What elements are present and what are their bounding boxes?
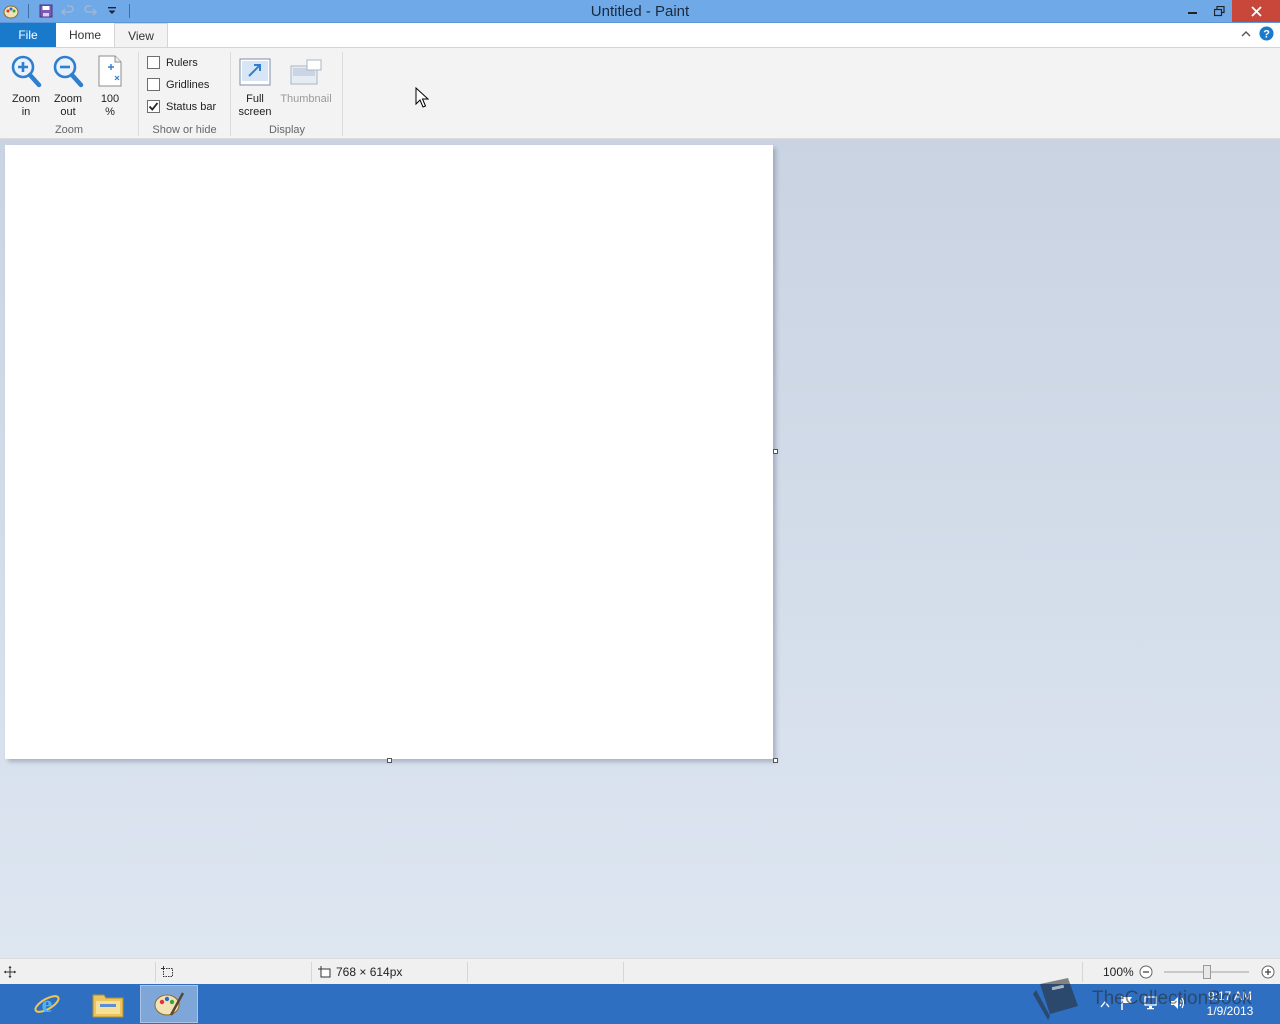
full-screen-button[interactable]: Full screen [235, 52, 275, 119]
ribbon-right-controls: ? [1241, 26, 1274, 44]
gridlines-checkbox[interactable]: Gridlines [147, 78, 209, 91]
clock[interactable]: 9:17 AM 1/9/2013 [1200, 989, 1260, 1019]
zoom-in-button[interactable]: Zoom in [8, 52, 44, 119]
zoom-out-button[interactable]: Zoom out [50, 52, 86, 119]
status-bar: 768 × 614px 100% [0, 958, 1280, 984]
status-bar-checkbox-box[interactable] [147, 100, 160, 113]
gridlines-label: Gridlines [166, 78, 210, 91]
resize-handle-bottom[interactable] [387, 758, 392, 763]
status-bar-label: Status bar [166, 100, 217, 113]
taskbar: e 9:17 AM 1/9/2013 [0, 984, 1280, 1024]
volume-icon[interactable] [1170, 996, 1186, 1013]
status-divider [1082, 962, 1083, 982]
action-center-flag-icon[interactable] [1120, 995, 1134, 1014]
zoom-out-circle-icon[interactable] [1139, 959, 1153, 985]
canvas-size-text: 768 × 614px [336, 965, 403, 979]
network-icon[interactable] [1144, 995, 1160, 1013]
svg-text:e: e [42, 992, 53, 1018]
close-icon[interactable] [1232, 0, 1280, 22]
system-tray: 9:17 AM 1/9/2013 [1100, 984, 1280, 1024]
zoom-group-label: Zoom [54, 124, 84, 136]
cursor-position-icon [4, 959, 16, 985]
zoom-100-label-1: 100 [100, 93, 120, 105]
zoom-100-button[interactable]: 100 % [94, 52, 126, 119]
canvas-size-section: 768 × 614px [318, 959, 402, 985]
resize-handle-corner[interactable] [773, 758, 778, 763]
zoom-group: Zoom in Zoom out 100 % Zoom [0, 48, 138, 140]
show-hidden-icons-chevron-up-icon[interactable] [1100, 997, 1110, 1011]
full-screen-label-1: Full [246, 93, 264, 105]
checkmark-icon [148, 102, 159, 111]
drawing-canvas[interactable] [5, 145, 773, 759]
display-group: Full screen Thumbnail Display [231, 48, 343, 140]
status-divider [467, 962, 468, 982]
minimize-ribbon-chevron-up-icon[interactable] [1241, 28, 1251, 42]
zoom-in-label-2: in [21, 106, 31, 118]
thumbnail-label: Thumbnail [280, 93, 332, 105]
clock-date: 1/9/2013 [1206, 1004, 1254, 1018]
gridlines-checkbox-box[interactable] [147, 78, 160, 91]
internet-explorer-icon[interactable]: e [18, 985, 76, 1023]
zoom-100-label-2: % [105, 106, 115, 118]
zoom-in-circle-icon[interactable] [1261, 959, 1275, 985]
zoom-out-icon [53, 55, 84, 88]
rulers-label: Rulers [166, 56, 198, 69]
group-separator [342, 52, 343, 136]
window-title: Untitled - Paint [590, 3, 690, 20]
minimize-icon[interactable] [1180, 0, 1206, 22]
full-screen-icon [239, 58, 271, 86]
thumbnail-icon [290, 59, 322, 85]
zoom-in-label-1: Zoom [11, 93, 41, 105]
zoom-in-icon [11, 55, 42, 88]
tab-file[interactable]: File [0, 23, 56, 47]
rulers-checkbox[interactable]: Rulers [147, 56, 198, 69]
ribbon-tabs: File Home View ? [0, 23, 1280, 48]
status-divider [155, 962, 156, 982]
zoom-out-label-1: Zoom [53, 93, 83, 105]
tab-view[interactable]: View [114, 23, 168, 48]
zoom-slider-thumb[interactable] [1203, 965, 1211, 979]
restore-icon[interactable] [1206, 0, 1232, 22]
svg-text:?: ? [1263, 29, 1270, 41]
rulers-checkbox-box[interactable] [147, 56, 160, 69]
paint-taskbar-icon[interactable] [140, 985, 198, 1023]
canvas-size-icon [318, 966, 331, 978]
full-screen-label-2: screen [238, 106, 272, 118]
actual-size-page-icon [98, 55, 122, 87]
resize-handle-right[interactable] [773, 449, 778, 454]
thumbnail-button[interactable]: Thumbnail [277, 52, 335, 106]
tab-home[interactable]: Home [58, 23, 112, 47]
zoom-level-text: 100% [1103, 965, 1134, 979]
selection-size-icon [161, 959, 174, 985]
title-bar: Untitled - Paint [0, 0, 1280, 23]
help-icon[interactable]: ? [1259, 26, 1274, 44]
mouse-pointer-icon [415, 87, 429, 108]
file-explorer-icon[interactable] [79, 985, 137, 1023]
show-hide-group-label: Show or hide [152, 124, 217, 136]
clock-time: 9:17 AM [1207, 989, 1253, 1003]
canvas-workspace[interactable] [0, 139, 1280, 958]
window-controls [1180, 0, 1280, 22]
status-bar-checkbox[interactable]: Status bar [147, 100, 216, 113]
zoom-out-label-2: out [60, 106, 76, 118]
ribbon-view-panel: Zoom in Zoom out 100 % Zoom Show or hide… [0, 47, 1280, 139]
display-group-label: Display [268, 124, 306, 136]
status-divider [311, 962, 312, 982]
status-divider [623, 962, 624, 982]
